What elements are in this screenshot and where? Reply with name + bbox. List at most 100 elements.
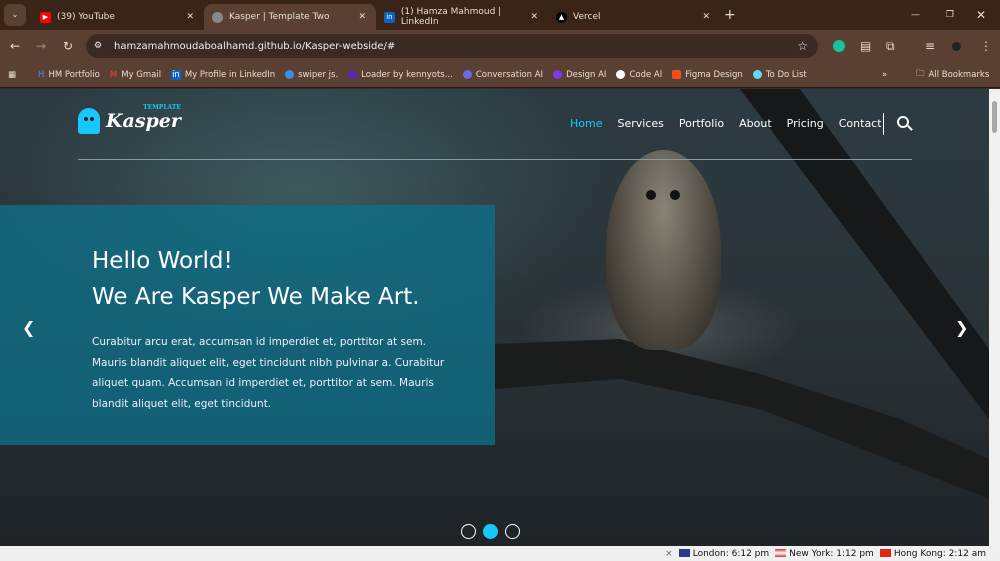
back-button[interactable]: ← bbox=[10, 39, 20, 53]
forward-button[interactable]: → bbox=[36, 39, 46, 53]
nav-portfolio[interactable]: Portfolio bbox=[679, 117, 724, 130]
menu-icon[interactable]: ⋮ bbox=[980, 39, 992, 53]
minimize-button[interactable]: — bbox=[911, 10, 920, 20]
owl-image bbox=[606, 150, 721, 350]
clock-text: London: 6:12 pm bbox=[692, 548, 770, 559]
uk-flag-icon bbox=[678, 549, 690, 557]
hk-flag-icon bbox=[879, 549, 891, 557]
tab-title: Vercel bbox=[573, 12, 601, 22]
clock-newyork: New York: 1:12 pm bbox=[775, 549, 874, 559]
nav-about[interactable]: About bbox=[739, 117, 772, 130]
youtube-icon: ▶ bbox=[40, 11, 51, 23]
bookmark-label: Code AI bbox=[629, 69, 663, 80]
tab-linkedin[interactable]: in (1) Hamza Mahmoud | LinkedIn ✕ bbox=[376, 4, 548, 30]
bookmark-item[interactable]: swiper js. bbox=[285, 70, 338, 80]
clock-text: Hong Kong: 2:12 am bbox=[893, 548, 986, 559]
search-icon[interactable] bbox=[897, 116, 909, 128]
grammarly-icon[interactable] bbox=[833, 40, 845, 52]
apps-icon[interactable]: ▦ bbox=[8, 70, 16, 80]
tab-vercel[interactable]: ▲ Vercel ✕ bbox=[548, 4, 720, 30]
slider-bullets bbox=[461, 524, 520, 539]
tab-kasper[interactable]: Kasper | Template Two ✕ bbox=[204, 4, 376, 30]
bookmark-item[interactable]: Figma Design bbox=[672, 70, 743, 80]
slide-bullet-2[interactable] bbox=[483, 524, 498, 539]
bookmark-star-icon[interactable]: ☆ bbox=[797, 39, 808, 53]
bookmark-label: To Do List bbox=[765, 69, 807, 80]
nav-services[interactable]: Services bbox=[617, 117, 663, 130]
logo-subtitle: TEMPLATE bbox=[143, 104, 181, 111]
globe-icon bbox=[212, 11, 223, 23]
site-info-icon[interactable]: ⚙ bbox=[94, 41, 102, 51]
clock-hongkong: Hong Kong: 2:12 am bbox=[879, 548, 986, 559]
site-logo[interactable]: TEMPLATE Kasper bbox=[78, 104, 181, 134]
bookmark-label: Figma Design bbox=[685, 69, 743, 80]
restore-button[interactable]: ❐ bbox=[946, 10, 954, 20]
close-icon[interactable]: ✕ bbox=[186, 12, 194, 22]
tab-strip: ⌄ ▶ (39) YouTube ✕ Kasper | Template Two ✕ … bbox=[0, 0, 1000, 30]
nav-home[interactable]: Home bbox=[570, 117, 602, 130]
nav-divider bbox=[883, 113, 884, 135]
prev-slide-icon[interactable]: ❮ bbox=[22, 318, 35, 337]
nav-contact[interactable]: Contact bbox=[839, 117, 882, 130]
tab-search-button[interactable]: ⌄ bbox=[4, 4, 26, 26]
logo-text: Kasper bbox=[106, 110, 181, 132]
bookmark-label: My Gmail bbox=[121, 69, 162, 80]
new-tab-button[interactable]: + bbox=[724, 7, 736, 23]
close-icon[interactable]: × bbox=[665, 549, 673, 559]
linkedin-icon: in bbox=[384, 11, 395, 23]
ghost-icon bbox=[78, 108, 100, 134]
more-bookmarks-icon[interactable]: » bbox=[882, 70, 887, 80]
address-bar[interactable]: ⚙ hamzamahmoudaboalhamd.github.io/Kasper… bbox=[86, 34, 818, 58]
slide-bullet-1[interactable] bbox=[461, 524, 476, 539]
bookmark-item[interactable]: To Do List bbox=[752, 69, 807, 80]
close-icon[interactable]: ✕ bbox=[358, 12, 366, 22]
close-icon[interactable]: ✕ bbox=[530, 12, 538, 22]
main-nav: Home Services Portfolio About Pricing Co… bbox=[570, 117, 882, 130]
close-icon[interactable]: ✕ bbox=[702, 12, 710, 22]
folder-icon: 🗀 bbox=[916, 68, 925, 79]
close-window-button[interactable]: ✕ bbox=[976, 8, 986, 22]
world-clock-bar: × London: 6:12 pm New York: 1:12 pm Hong… bbox=[0, 546, 1000, 561]
header-divider bbox=[78, 159, 912, 160]
tab-title: Kasper | Template Two bbox=[229, 12, 330, 22]
hero-text: Curabitur arcu erat, accumsan id imperdi… bbox=[92, 336, 445, 410]
bookmark-item[interactable]: M My Gmail bbox=[110, 70, 161, 80]
bookmark-item[interactable]: Code AI bbox=[616, 70, 662, 80]
all-bookmarks[interactable]: 🗀 All Bookmarks bbox=[916, 68, 989, 82]
clock-text: New York: 1:12 pm bbox=[789, 548, 874, 559]
bookmark-label: Loader by kennyots... bbox=[361, 69, 453, 80]
url-text: hamzamahmoudaboalhamd.github.io/Kasper-w… bbox=[114, 40, 396, 52]
profile-avatar[interactable] bbox=[952, 41, 961, 51]
extension-icon[interactable]: ▤ bbox=[860, 39, 871, 53]
slide-bullet-3[interactable] bbox=[505, 524, 520, 539]
browser-toolbar: ← → ↻ ⚙ hamzamahmoudaboalhamd.github.io/… bbox=[0, 30, 1000, 62]
bookmark-item[interactable]: H HM Portfolio bbox=[38, 70, 100, 80]
scrollbar[interactable] bbox=[989, 89, 1000, 546]
hero-title-line2: We Are Kasper We Make Art. bbox=[92, 284, 420, 310]
bookmark-label: My Profile in LinkedIn bbox=[184, 69, 276, 80]
bookmark-label: swiper js. bbox=[298, 69, 339, 80]
tab-title: (1) Hamza Mahmoud | LinkedIn bbox=[400, 7, 502, 27]
tab-youtube[interactable]: ▶ (39) YouTube ✕ bbox=[32, 4, 204, 30]
bookmarks-bar: ▦ H HM Portfolio M My Gmail in My Profile i… bbox=[0, 62, 1000, 88]
vercel-icon: ▲ bbox=[556, 11, 567, 23]
reading-list-icon[interactable]: ≡ bbox=[925, 39, 935, 53]
scrollbar-thumb[interactable] bbox=[992, 101, 997, 133]
extensions-puzzle-icon[interactable]: ⧉ bbox=[886, 39, 895, 54]
bookmark-item[interactable]: Design AI bbox=[553, 70, 606, 80]
tab-title: (39) YouTube bbox=[57, 12, 115, 22]
next-slide-icon[interactable]: ❯ bbox=[955, 318, 968, 337]
bookmark-item[interactable]: in My Profile in LinkedIn bbox=[171, 69, 276, 80]
us-flag-icon bbox=[775, 549, 787, 557]
bookmark-label: HM Portfolio bbox=[48, 69, 100, 80]
bookmark-label: All Bookmarks bbox=[928, 69, 990, 80]
hero-panel: Hello World! We Are Kasper We Make Art. C… bbox=[0, 205, 495, 445]
bookmark-label: Design AI bbox=[566, 69, 607, 80]
bookmark-item[interactable]: Conversation AI bbox=[462, 69, 544, 80]
reload-button[interactable]: ↻ bbox=[63, 39, 73, 53]
hero-title-line1: Hello World! bbox=[92, 248, 233, 274]
bookmark-label: Conversation AI bbox=[475, 69, 544, 80]
clock-london: London: 6:12 pm bbox=[678, 548, 770, 559]
nav-pricing[interactable]: Pricing bbox=[787, 117, 824, 130]
bookmark-item[interactable]: Loader by kennyots... bbox=[348, 70, 453, 80]
